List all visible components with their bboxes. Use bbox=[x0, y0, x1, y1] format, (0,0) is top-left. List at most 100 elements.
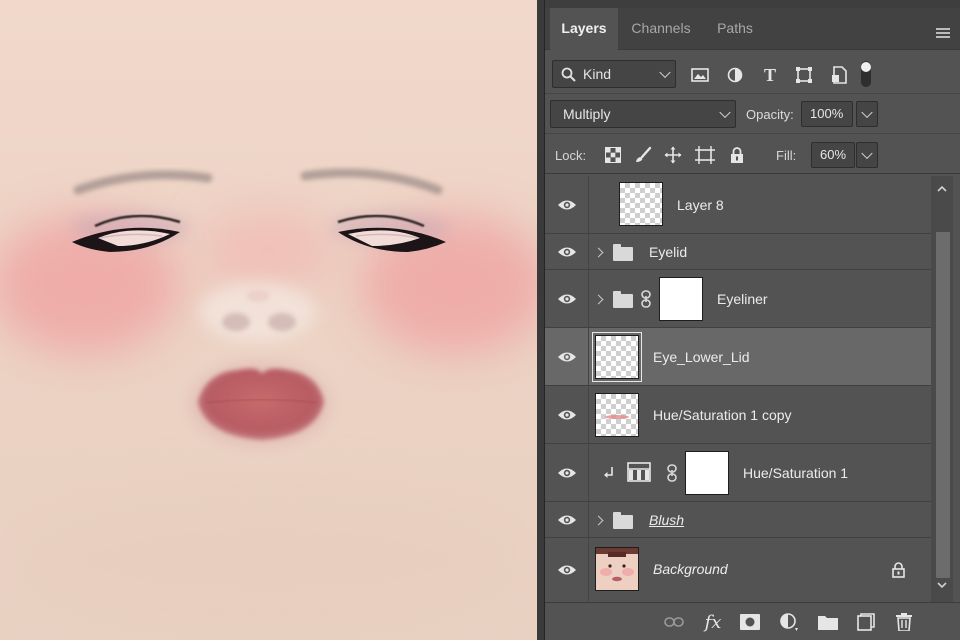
eye-icon bbox=[558, 352, 576, 361]
opacity-slider-button[interactable] bbox=[856, 101, 878, 127]
layer-row-background[interactable]: Background bbox=[545, 538, 931, 602]
image-filter-icon[interactable] bbox=[688, 63, 712, 87]
tab-paths[interactable]: Paths bbox=[704, 8, 766, 50]
layer-name[interactable]: Eyelid bbox=[649, 244, 687, 260]
chevron-down-icon bbox=[861, 106, 873, 119]
link-layers-icon[interactable] bbox=[663, 611, 685, 633]
visibility-toggle[interactable] bbox=[545, 176, 589, 233]
chevron-down-icon bbox=[659, 66, 671, 79]
fill-value: 60% bbox=[820, 147, 847, 162]
opacity-input[interactable]: 100% bbox=[801, 101, 853, 127]
panel-tab-bar: Layers Channels Paths bbox=[545, 8, 960, 51]
layer-mask-thumbnail[interactable] bbox=[685, 451, 729, 495]
fill-input[interactable]: 60% bbox=[811, 142, 855, 168]
expand-group-icon[interactable] bbox=[593, 294, 604, 305]
lock-transparent-pixels-icon[interactable] bbox=[601, 143, 625, 167]
nose bbox=[200, 282, 316, 342]
thumbnail-art bbox=[596, 548, 638, 582]
layers-scrollbar-thumb[interactable] bbox=[936, 232, 950, 578]
layer-thumbnail[interactable] bbox=[592, 332, 642, 382]
lock-icon bbox=[892, 562, 905, 578]
layer-name[interactable]: Eyeliner bbox=[717, 291, 768, 307]
adjustment-filter-icon[interactable] bbox=[723, 63, 747, 87]
right-eyebrow bbox=[300, 168, 443, 195]
layer-style-icon[interactable]: fx bbox=[702, 611, 724, 633]
new-adjustment-layer-icon[interactable] bbox=[778, 611, 800, 633]
visibility-toggle[interactable] bbox=[545, 444, 589, 501]
lock-artboard-icon[interactable] bbox=[693, 143, 717, 167]
canvas-panel-divider[interactable] bbox=[537, 0, 545, 640]
chevron-down-icon bbox=[861, 147, 873, 160]
layer-name[interactable]: Background bbox=[653, 561, 728, 577]
filter-kind-select[interactable]: Kind bbox=[552, 60, 676, 88]
layer-row-layer-8[interactable]: Layer 8 bbox=[545, 176, 931, 234]
layer-name[interactable]: Blush bbox=[649, 512, 684, 528]
panel-menu-icon[interactable] bbox=[936, 28, 950, 39]
mask-link-icon[interactable] bbox=[641, 290, 651, 308]
lips bbox=[192, 364, 328, 444]
layer-row-eyelid[interactable]: Eyelid bbox=[545, 234, 931, 270]
layer-thumbnail[interactable] bbox=[619, 182, 663, 226]
layer-row-eyeliner[interactable]: Eyeliner bbox=[545, 270, 931, 328]
tab-channels[interactable]: Channels bbox=[618, 8, 704, 50]
layer-row-hue-saturation-1-copy[interactable]: Hue/Saturation 1 copy bbox=[545, 386, 931, 444]
layer-name[interactable]: Layer 8 bbox=[677, 197, 724, 213]
folder-icon bbox=[613, 512, 633, 529]
left-eyebrow bbox=[73, 170, 213, 195]
hue-saturation-adjustment-icon bbox=[627, 462, 651, 482]
filter-toggle-icon[interactable] bbox=[859, 59, 873, 89]
layer-row-eye-lower-lid[interactable]: Eye_Lower_Lid bbox=[545, 328, 931, 386]
lock-image-pixels-icon[interactable] bbox=[631, 143, 655, 167]
layer-name[interactable]: Hue/Saturation 1 copy bbox=[653, 407, 792, 423]
visibility-toggle[interactable] bbox=[545, 386, 589, 443]
layer-thumbnail[interactable] bbox=[595, 547, 639, 591]
eye-icon bbox=[558, 468, 576, 477]
eye-icon bbox=[558, 515, 576, 524]
scroll-down-icon[interactable] bbox=[937, 580, 947, 590]
layer-name[interactable]: Eye_Lower_Lid bbox=[653, 349, 750, 365]
blend-mode-value: Multiply bbox=[563, 106, 611, 122]
layers-panel: Layers Channels Paths Kind T Multiply Op… bbox=[545, 0, 960, 640]
fill-label: Fill: bbox=[776, 148, 797, 163]
face-texture-artwork bbox=[0, 168, 537, 640]
search-icon bbox=[561, 67, 576, 82]
visibility-toggle[interactable] bbox=[545, 502, 589, 537]
tab-layers[interactable]: Layers bbox=[550, 8, 618, 51]
new-group-icon[interactable] bbox=[817, 611, 839, 633]
layer-row-blush[interactable]: Blush bbox=[545, 502, 931, 538]
layer-thumbnail[interactable] bbox=[595, 393, 639, 437]
lock-all-icon[interactable] bbox=[725, 143, 749, 167]
filter-kind-label: Kind bbox=[583, 66, 612, 82]
folder-icon bbox=[613, 291, 633, 308]
visibility-toggle[interactable] bbox=[545, 328, 589, 385]
layer-list: Layer 8 Eyelid Eyeliner Eye_Lower_Lid Hu… bbox=[545, 176, 931, 602]
layer-mask-thumbnail[interactable] bbox=[659, 277, 703, 321]
layers-bottom-toolbar: fx bbox=[545, 602, 960, 640]
visibility-toggle[interactable] bbox=[545, 234, 589, 269]
shape-filter-icon[interactable] bbox=[792, 63, 816, 87]
type-filter-icon[interactable]: T bbox=[758, 63, 782, 87]
expand-group-icon[interactable] bbox=[593, 515, 604, 526]
expand-group-icon[interactable] bbox=[593, 247, 604, 258]
visibility-toggle[interactable] bbox=[545, 538, 589, 602]
lock-fill-row: Lock: Fill: 60% bbox=[545, 136, 960, 174]
eye-icon bbox=[558, 247, 576, 256]
blend-opacity-row: Multiply Opacity: 100% bbox=[545, 96, 960, 134]
new-layer-icon[interactable] bbox=[855, 611, 877, 633]
visibility-toggle[interactable] bbox=[545, 270, 589, 327]
fill-slider-button[interactable] bbox=[856, 142, 878, 168]
smart-object-filter-icon[interactable] bbox=[827, 63, 851, 87]
scroll-up-icon[interactable] bbox=[937, 184, 947, 194]
layer-row-hue-saturation-1[interactable]: Hue/Saturation 1 bbox=[545, 444, 931, 502]
blend-mode-select[interactable]: Multiply bbox=[550, 100, 736, 128]
lock-position-icon[interactable] bbox=[661, 143, 685, 167]
layer-name[interactable]: Hue/Saturation 1 bbox=[743, 465, 848, 481]
delete-layer-icon[interactable] bbox=[893, 611, 915, 633]
add-mask-icon[interactable] bbox=[739, 611, 761, 633]
document-canvas[interactable] bbox=[0, 0, 537, 640]
layer-filter-row: Kind T bbox=[545, 56, 960, 94]
opacity-value: 100% bbox=[810, 106, 844, 121]
folder-icon bbox=[613, 244, 633, 261]
mask-link-icon[interactable] bbox=[667, 464, 677, 482]
opacity-label: Opacity: bbox=[746, 107, 794, 122]
